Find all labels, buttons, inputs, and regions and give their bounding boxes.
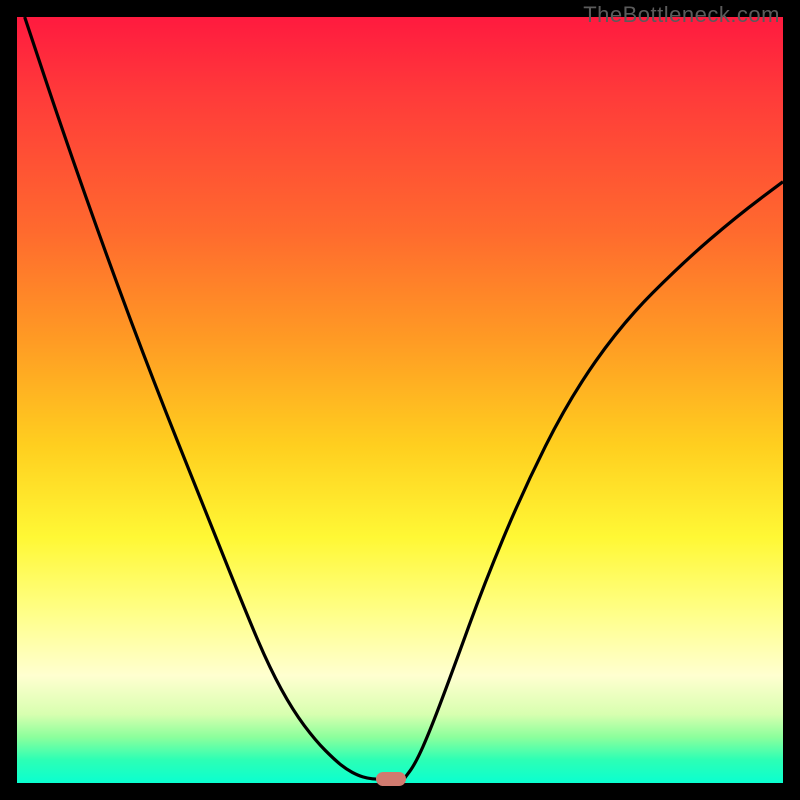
curve-svg [17, 17, 783, 783]
chart-container: TheBottleneck.com [0, 0, 800, 800]
curve-left-branch [25, 17, 377, 779]
min-marker [376, 772, 406, 786]
curve-right-branch [404, 182, 783, 779]
